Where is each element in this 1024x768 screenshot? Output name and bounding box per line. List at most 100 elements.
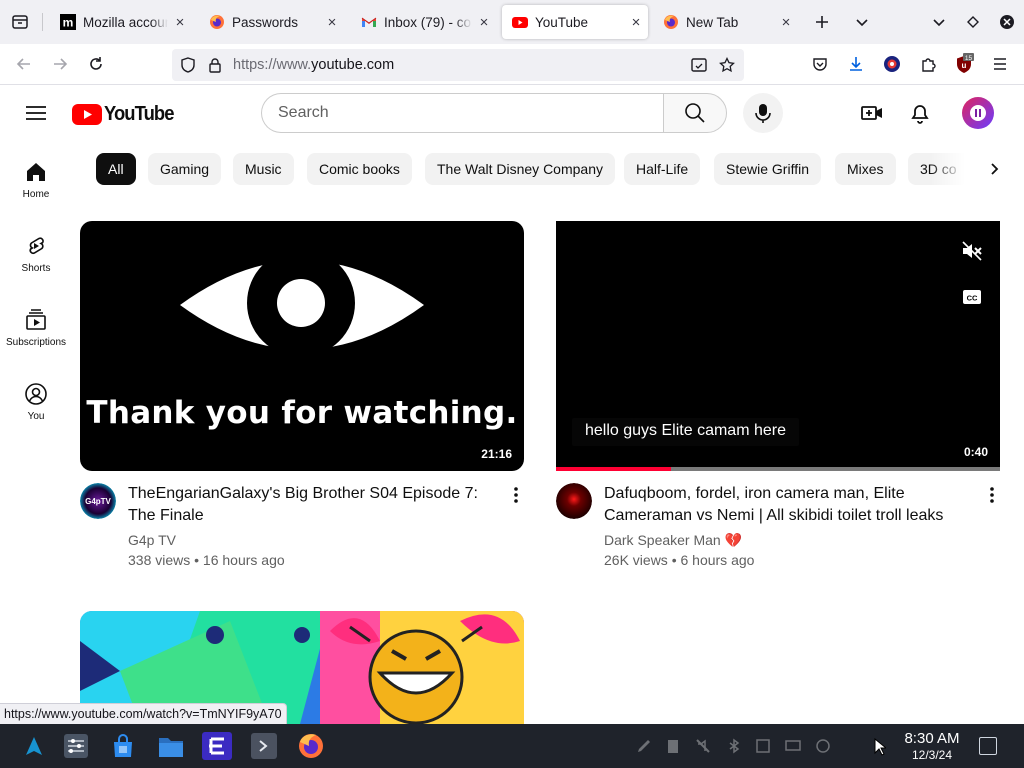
guide-item-you[interactable]: You [0,366,72,440]
chip-mixes[interactable]: Mixes [835,153,896,185]
youtube-icon [512,14,528,30]
guide-label: Subscriptions [5,337,67,348]
list-all-tabs-chevron-icon[interactable] [848,8,876,36]
muted-speaker-icon[interactable] [960,239,984,263]
tab-close-button[interactable]: × [774,14,798,31]
more-options-vertical-dots-icon[interactable] [504,483,528,507]
tray-disk-icon[interactable] [755,738,771,754]
tray-pen-icon[interactable] [636,738,652,754]
tab-title: YouTube [535,14,589,30]
padlock-icon[interactable] [205,55,225,75]
arch-launcher-icon[interactable] [18,730,50,762]
app-menu-hamburger-icon[interactable] [986,50,1014,78]
video-metadata: 338 views • 16 hours ago [128,552,285,568]
guide-label: Shorts [21,263,51,274]
chip-music[interactable]: Music [233,153,294,185]
account-avatar[interactable] [962,97,994,129]
clock-time: 8:30 AM [904,730,960,747]
gmail-icon [361,14,377,30]
browser-tab-strip: m Mozilla account × Passwords × Inbox (7… [0,0,1024,44]
file-manager-folder-icon[interactable] [155,730,187,762]
downloads-icon[interactable] [842,50,870,78]
tray-muted-icon[interactable] [695,738,711,754]
tab-title: Passwords [232,14,299,30]
window-maximize-diamond-icon[interactable] [959,8,987,36]
terminal-icon[interactable] [248,730,280,762]
video-thumbnail[interactable]: Thank you for watching. 21:16 [80,221,524,471]
guide-item-home[interactable]: Home [0,144,72,218]
tray-display-icon[interactable] [785,738,801,754]
search-button[interactable] [663,93,727,133]
show-desktop-icon[interactable] [979,737,997,755]
settings-sliders-icon[interactable] [60,730,92,762]
chip-comic-books[interactable]: Comic books [307,153,412,185]
tab-gmail-inbox[interactable]: Inbox (79) - co × [351,5,496,39]
channel-name[interactable]: Dark Speaker Man 💔 [604,532,742,549]
taskbar-clock[interactable]: 8:30 AM 12/3/24 [896,730,968,762]
firefox-icon [209,14,225,30]
tray-clipboard-icon[interactable] [665,738,681,754]
chips-next-chevron-icon[interactable] [982,157,1006,181]
youtube-wordmark: YouTube [104,103,174,125]
tab-youtube[interactable]: YouTube × [502,5,648,39]
channel-name[interactable]: G4p TV [128,532,176,548]
closed-captions-icon[interactable]: CC [960,285,984,309]
youtube-logo[interactable]: YouTube [72,103,180,126]
channel-avatar[interactable]: G4pTV [80,483,116,519]
tab-close-button[interactable]: × [168,14,192,31]
tab-close-button[interactable]: × [624,14,648,31]
reload-icon[interactable] [82,50,110,78]
tab-close-button[interactable]: × [472,14,496,31]
software-store-bag-icon[interactable] [107,730,139,762]
new-tab-plus-icon[interactable] [808,8,836,36]
tray-clock-icon[interactable] [815,738,831,754]
tab-passwords[interactable]: Passwords × [199,5,344,39]
guide-item-subscriptions[interactable]: Subscriptions [0,292,72,366]
bookmark-star-icon[interactable] [717,55,737,75]
app-launcher-e-icon[interactable] [201,730,233,762]
filter-chips-bar: All Gaming Music Comic books The Walt Di… [96,153,976,185]
back-arrow-icon[interactable] [10,50,38,78]
extension-privacy-icon[interactable] [878,50,906,78]
search-input[interactable] [278,104,638,122]
tray-bluetooth-icon[interactable] [726,738,742,754]
progress-track[interactable] [556,467,1000,471]
window-minimize-chevron-icon[interactable] [925,8,953,36]
more-options-vertical-dots-icon[interactable] [980,483,1004,507]
chip-half-life[interactable]: Half-Life [624,153,701,185]
home-icon [27,163,45,181]
voice-search-button[interactable] [743,93,783,133]
tab-close-button[interactable]: × [320,14,344,31]
channel-avatar[interactable] [556,483,592,519]
ublock-origin-icon[interactable]: u 15 [950,50,978,78]
notifications-bell-icon[interactable] [908,101,932,125]
guide-label: Home [22,189,50,200]
firefox-view-icon[interactable] [6,8,34,36]
tracking-protection-shield-icon[interactable] [178,55,198,75]
tab-mozilla-account[interactable]: m Mozilla account × [50,5,192,39]
extensions-puzzle-icon[interactable] [914,50,942,78]
shorts-icon [29,237,44,255]
guide-item-shorts[interactable]: Shorts [0,218,72,292]
search-icon [685,103,705,123]
firefox-taskbar-icon[interactable] [295,730,327,762]
caption-subtitle: hello guys Elite camam here [572,418,799,446]
forward-arrow-icon[interactable] [46,50,74,78]
video-title[interactable]: TheEngarianGalaxy's Big Brother S04 Epis… [128,483,488,527]
reader-view-icon[interactable] [689,55,709,75]
chip-walt-disney[interactable]: The Walt Disney Company [425,153,615,185]
video-title[interactable]: Dafuqboom, fordel, iron camera man, Elit… [604,483,974,527]
chip-gaming[interactable]: Gaming [148,153,222,185]
address-bar[interactable]: https://www.youtube.com [172,49,744,81]
window-close-icon[interactable] [993,8,1021,36]
chip-all[interactable]: All [96,153,136,185]
pocket-icon[interactable] [806,50,834,78]
guide-menu-icon[interactable] [22,101,50,125]
svg-text:m: m [63,16,74,30]
create-video-icon[interactable] [860,101,884,125]
tab-new-tab[interactable]: New Tab × [653,5,798,39]
video-metadata: 26K views • 6 hours ago [604,552,755,568]
video-duration: 0:40 [959,443,992,461]
chip-stewie-griffin[interactable]: Stewie Griffin [714,153,821,185]
tab-title: Mozilla account [83,14,168,30]
